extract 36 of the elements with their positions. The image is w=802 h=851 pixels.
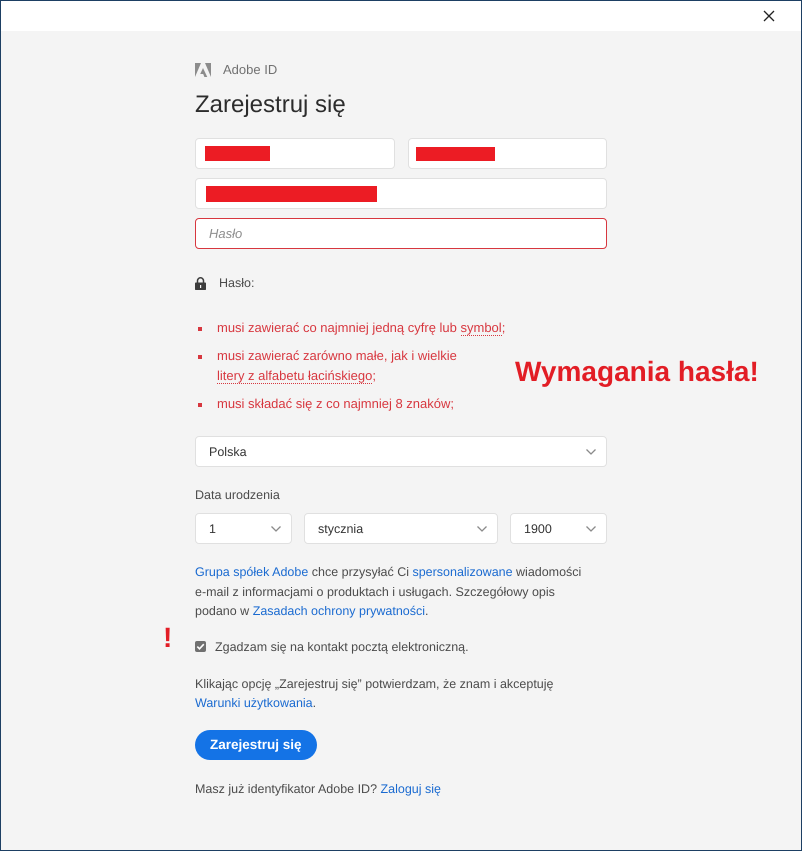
privacy-policy-link[interactable]: Zasadach ochrony prywatności [252, 604, 425, 618]
terms-notice: Klikając opcję „Zarejestruj się” potwierdzam, że znam i akceptuję Warunki użytkowania. [195, 676, 554, 712]
register-button[interactable]: Zarejestruj się [195, 730, 317, 760]
requirement-text: musi składać się z co najmniej 8 znaków; [217, 395, 454, 413]
input-field[interactable] [195, 138, 394, 169]
caret-icon [271, 526, 281, 532]
year-select[interactable]: 1900 [510, 513, 607, 544]
caret-icon [477, 526, 487, 532]
group-companies-link[interactable]: Grupa spółek Adobe [195, 565, 308, 579]
close-icon [763, 10, 775, 22]
requirement-text: musi zawierać co najmniej jedną cyfrę lub symbol; [217, 319, 506, 338]
month-select[interactable]: stycznia [304, 513, 498, 544]
redaction-bar [205, 146, 270, 161]
sign-in-prompt: Masz już identyfikator Adobe ID? Zaloguj się [195, 780, 441, 798]
page-title: Zarejestruj się [195, 90, 346, 120]
country-select[interactable]: Polska [195, 436, 607, 467]
annotation-text: Wymagania hasła! [515, 358, 759, 386]
sign-in-link[interactable]: Zaloguj się [380, 782, 441, 796]
caret-icon [586, 526, 596, 532]
brand-name: Adobe ID [223, 62, 278, 78]
exclamation-annotation: ! [163, 624, 172, 652]
password-field[interactable]: Hasło [195, 218, 607, 249]
logo-icon [195, 63, 211, 77]
personalized-link[interactable]: spersonalizowane [412, 565, 513, 579]
terms-of-use-link[interactable]: Warunki użytkowania [195, 696, 313, 710]
password-label: Hasło: [219, 275, 254, 291]
requirement-text: musi zawierać zarówno małe, jak i wielkie litery z alfabetu łacińskiego; [217, 347, 458, 386]
checkbox[interactable] [195, 641, 206, 652]
marketing-notice: Grupa spółek Adobe chce przysyłać Ci spersonalizowane wiadomości e-mail z informacjami o produktach i usługach. Szczegółowy opis podano w Zasadach ochrony prywatności. [195, 564, 582, 620]
birth-date-label: Data urodzenia [195, 487, 280, 503]
consent-label: Zgadzam się na kontakt pocztą elektroniczną. [215, 640, 469, 654]
input-field[interactable] [195, 178, 607, 209]
input-field[interactable] [408, 138, 607, 169]
day-select[interactable]: 1 [195, 513, 292, 544]
caret-icon [586, 448, 596, 454]
lock-icon [195, 276, 206, 290]
